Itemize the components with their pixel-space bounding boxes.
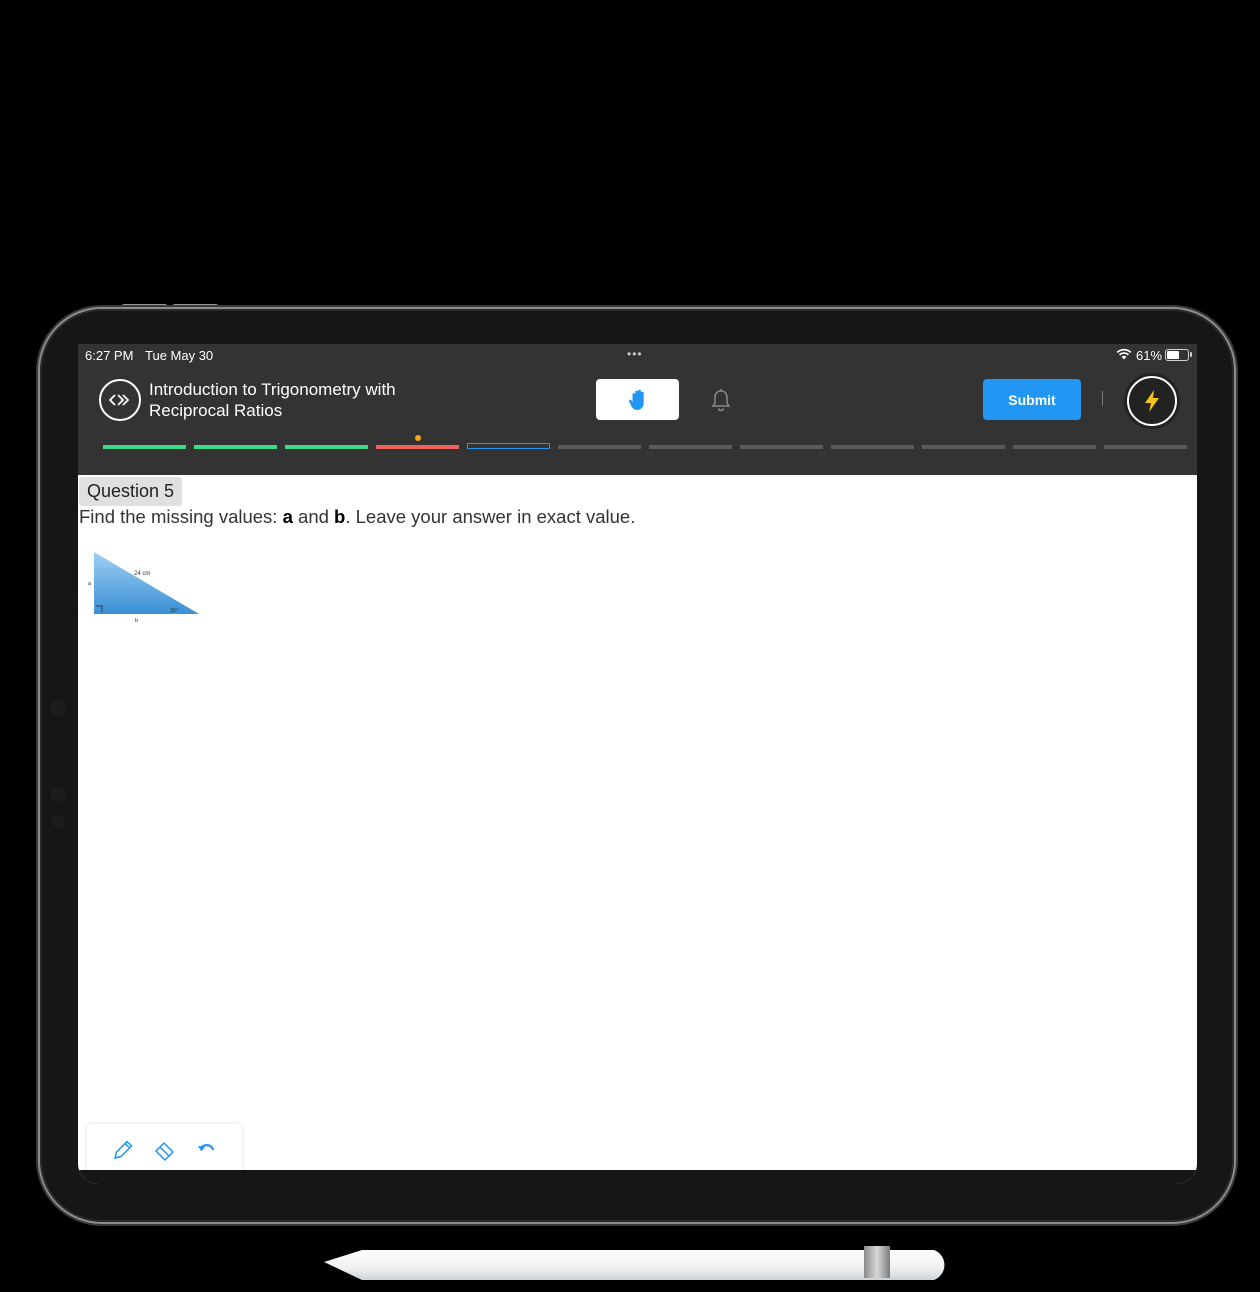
pencil-magnet-dot <box>52 816 64 828</box>
prompt-text: . Leave your answer in exact value. <box>345 506 636 527</box>
eraser-icon[interactable] <box>153 1138 177 1162</box>
side-b-label: b <box>135 618 138 624</box>
progress-segment-todo[interactable] <box>558 445 641 449</box>
drawing-toolbar <box>87 1124 242 1174</box>
nav-menu-button[interactable] <box>99 379 141 421</box>
power-button-top <box>173 304 218 308</box>
side-a-label: a <box>88 581 92 587</box>
raise-hand-button[interactable] <box>596 379 679 420</box>
pencil-magnet-dot <box>50 786 66 802</box>
progress-segment-todo[interactable] <box>649 445 732 449</box>
course-title-line2: Reciprocal Ratios <box>149 401 283 420</box>
progress-segment-done[interactable] <box>103 445 186 449</box>
pencil-magnet-dot <box>50 700 66 716</box>
screen: 6:27 PM Tue May 30 ••• 61% Introduction … <box>78 344 1197 1184</box>
question-prompt: Find the missing values: a and b. Leave … <box>79 506 635 528</box>
apple-pencil <box>324 1246 945 1280</box>
app-header: 6:27 PM Tue May 30 ••• 61% Introduction … <box>78 344 1197 475</box>
progress-segment-todo[interactable] <box>1104 445 1187 449</box>
prompt-text: and <box>292 506 335 527</box>
progress-segment-incorrect[interactable] <box>376 445 459 449</box>
angle-label: 35° <box>170 608 178 614</box>
multitasking-dots[interactable]: ••• <box>627 347 643 361</box>
variable-b: b <box>334 506 346 527</box>
course-title: Introduction to Trigonometry with Recipr… <box>149 379 469 421</box>
hand-icon <box>628 389 644 410</box>
progress-segment-todo[interactable] <box>831 445 914 449</box>
double-chevron-icon <box>109 394 130 406</box>
progress-segment-done[interactable] <box>194 445 277 449</box>
course-title-line1: Introduction to Trigonometry with <box>149 380 396 399</box>
question-number-label: Question 5 <box>79 477 183 506</box>
boost-button[interactable] <box>1127 376 1177 426</box>
right-triangle <box>94 552 199 614</box>
wifi-icon <box>1116 348 1132 360</box>
battery-tip <box>1190 352 1192 357</box>
variable-a: a <box>282 506 293 527</box>
prompt-text: Find the missing values: <box>79 506 283 527</box>
progress-segment-done[interactable] <box>285 445 368 449</box>
status-date: Tue May 30 <box>145 348 214 363</box>
submit-button[interactable]: Submit <box>983 379 1081 420</box>
bell-icon[interactable] <box>710 388 732 412</box>
progress-segment-todo[interactable] <box>1013 445 1096 449</box>
volume-button-top <box>122 304 167 308</box>
progress-flag-dot <box>414 435 421 441</box>
triangle-figure: 24 cm a b 35° <box>88 552 199 624</box>
lightning-bolt-icon <box>1145 390 1159 412</box>
battery-icon <box>1165 349 1189 361</box>
screen-bottom-bezel <box>78 1170 1197 1184</box>
pencil-icon[interactable] <box>111 1138 135 1162</box>
header-divider <box>1102 391 1103 406</box>
undo-icon[interactable] <box>195 1138 219 1162</box>
progress-segment-todo[interactable] <box>922 445 1005 449</box>
status-time: 6:27 PM <box>85 348 134 363</box>
battery-percent: 61% <box>1136 348 1163 363</box>
hypotenuse-label: 24 cm <box>134 571 150 577</box>
progress-segment-todo[interactable] <box>740 445 823 449</box>
progress-segment-current[interactable] <box>467 443 550 449</box>
